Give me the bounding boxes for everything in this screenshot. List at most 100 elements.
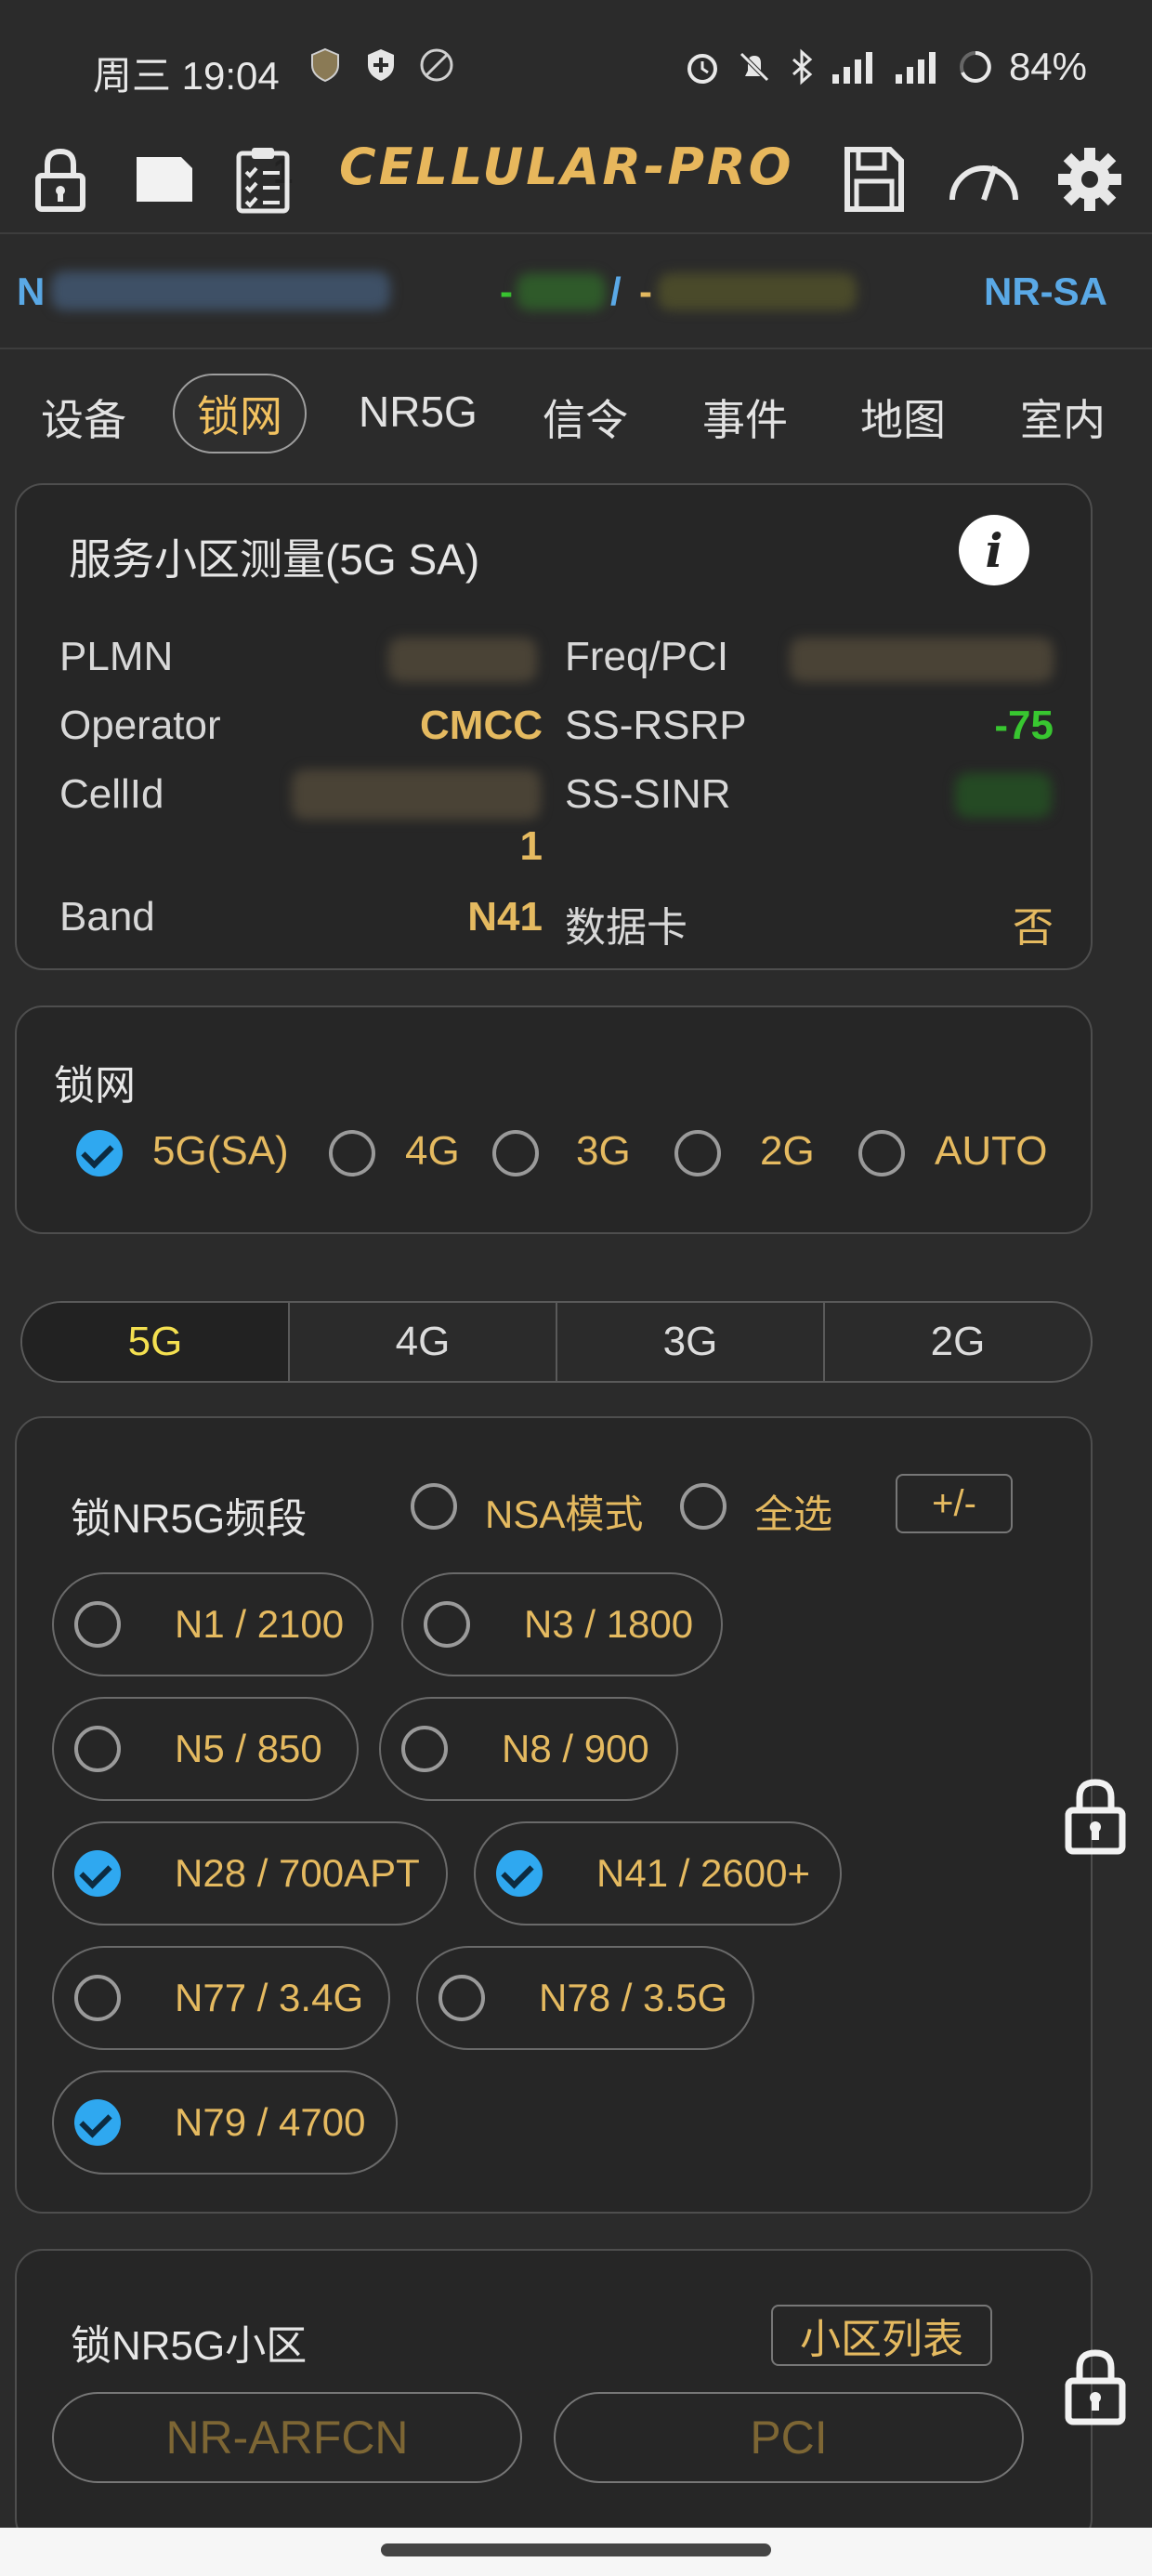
lock-network-title: 锁网 — [54, 1063, 136, 1109]
segment-5g[interactable]: 5G — [22, 1303, 288, 1381]
segment-3g[interactable]: 3G — [556, 1303, 823, 1381]
label-select-all: 全选 — [754, 1492, 833, 1536]
sim-card-icon — [137, 157, 192, 202]
band-label-n77: N77 / 3.4G — [175, 1976, 364, 2019]
label-plmn: PLMN — [59, 634, 174, 679]
band-chip-n5[interactable]: N5 / 850 — [52, 1697, 359, 1801]
lock-button[interactable] — [20, 139, 100, 219]
band-lock-padlock[interactable] — [1063, 1773, 1128, 1857]
tab-device[interactable]: 设备 — [41, 387, 126, 448]
sim-card-button[interactable]: 1 — [124, 139, 293, 219]
value-ss-rsrp: -75 — [994, 703, 1054, 748]
redacted-signal-1 — [517, 273, 606, 310]
bell-off-icon — [740, 52, 769, 82]
cell-lock-padlock[interactable] — [1063, 2344, 1128, 2427]
checkbox-n78[interactable] — [439, 1975, 485, 2021]
checkbox-n1[interactable] — [74, 1601, 121, 1648]
checkbox-n41[interactable] — [496, 1850, 543, 1897]
label-5g-sa: 5G(SA) — [152, 1128, 289, 1174]
cell-lock-title: 锁NR5G小区 — [71, 2323, 308, 2369]
segment-2g[interactable]: 2G — [823, 1303, 1091, 1381]
radio-nsa-mode[interactable] — [411, 1483, 457, 1530]
checkbox-n77[interactable] — [74, 1975, 121, 2021]
band-chip-n41[interactable]: N41 / 2600+ — [474, 1821, 842, 1925]
app-brand-logo: CELLULAR-PRO — [339, 138, 794, 196]
serving-cell-title: 服务小区测量(5G SA) — [69, 535, 480, 584]
label-operator: Operator — [59, 703, 221, 748]
radio-auto[interactable] — [858, 1130, 905, 1176]
cell-list-button[interactable]: 小区列表 — [771, 2305, 992, 2366]
checkbox-n79[interactable] — [74, 2099, 121, 2146]
label-freq-pci: Freq/PCI — [565, 634, 729, 679]
info-icon[interactable]: i — [959, 515, 1029, 585]
signal-sim1-icon — [831, 52, 872, 84]
checkbox-n28[interactable] — [74, 1850, 121, 1897]
tab-lock-network[interactable]: 锁网 — [173, 374, 307, 453]
lock-icon — [1065, 1779, 1126, 1855]
battery-ring-icon — [959, 51, 991, 83]
status-time: 周三 19:04 — [93, 54, 280, 98]
lock-network-card: 锁网 5G(SA) 4G 3G 2G AUTO — [15, 1005, 1093, 1234]
label-2g: 2G — [760, 1128, 815, 1174]
label-ss-sinr: SS-SINR — [565, 771, 731, 817]
label-auto: AUTO — [935, 1128, 1048, 1174]
segment-4g[interactable]: 4G — [288, 1303, 556, 1381]
checkbox-n3[interactable] — [424, 1601, 470, 1648]
lock-icon — [1065, 2349, 1126, 2425]
band-chip-n8[interactable]: N8 / 900 — [379, 1697, 678, 1801]
radio-3g[interactable] — [492, 1130, 539, 1176]
tab-map[interactable]: 地图 — [860, 387, 946, 448]
label-3g: 3G — [576, 1128, 631, 1174]
signal-dash-2: - — [639, 269, 652, 313]
tab-events[interactable]: 事件 — [702, 387, 788, 448]
save-button[interactable] — [834, 139, 914, 219]
radio-2g[interactable] — [674, 1130, 721, 1176]
band-label-n5: N5 / 850 — [175, 1727, 322, 1770]
pci-input[interactable]: PCI — [554, 2392, 1024, 2483]
settings-button[interactable] — [1050, 139, 1130, 219]
tab-nr5g[interactable]: NR5G — [359, 387, 478, 437]
serving-cell-card: 服务小区测量(5G SA) i PLMN Operator CellId Ban… — [15, 483, 1093, 970]
label-band: Band — [59, 894, 155, 940]
radio-select-all[interactable] — [680, 1483, 727, 1530]
nr-arfcn-input[interactable]: NR-ARFCN — [52, 2392, 522, 2483]
band-chip-n78[interactable]: N78 / 3.5G — [416, 1946, 754, 2050]
clipboard-button[interactable] — [223, 139, 303, 219]
tab-indoor[interactable]: 室内 — [1020, 387, 1106, 448]
label-data-card: 数据卡 — [565, 905, 687, 951]
shield-app-icon — [307, 46, 344, 84]
alarm-icon — [687, 54, 717, 84]
band-label-n78: N78 / 3.5G — [539, 1976, 728, 2019]
shield-plus-icon — [362, 46, 399, 84]
redacted-ss-sinr — [955, 773, 1052, 818]
toggle-bands-button[interactable]: +/- — [896, 1474, 1013, 1533]
speedometer-button[interactable] — [944, 139, 1024, 219]
network-operator-prefix: N — [17, 269, 46, 313]
status-right-group: 84% — [684, 45, 1087, 89]
clipboard-checklist-icon — [236, 148, 290, 214]
band-label-n28: N28 / 700APT — [175, 1851, 420, 1895]
redacted-freq-pci — [790, 637, 1054, 682]
checkbox-n5[interactable] — [74, 1726, 121, 1772]
redacted-cellid — [292, 769, 541, 820]
save-icon — [844, 147, 904, 212]
radio-4g[interactable] — [329, 1130, 375, 1176]
checkbox-n8[interactable] — [401, 1726, 448, 1772]
main-tabs: 设备 锁网 NR5G 信令 事件 地图 室内 — [0, 361, 1152, 463]
band-chip-n79[interactable]: N79 / 4700 — [52, 2070, 398, 2175]
signal-slash: / — [610, 269, 622, 313]
system-nav-bar — [0, 2528, 1152, 2576]
home-gesture-handle[interactable] — [381, 2543, 771, 2556]
lock-icon — [35, 148, 85, 212]
value-operator: CMCC — [420, 703, 543, 748]
label-ss-rsrp: SS-RSRP — [565, 703, 747, 748]
band-chip-n77[interactable]: N77 / 3.4G — [52, 1946, 390, 2050]
signal-dash-1: - — [500, 269, 513, 313]
band-lock-title: 锁NR5G频段 — [71, 1496, 308, 1542]
band-chip-n1[interactable]: N1 / 2100 — [52, 1572, 373, 1676]
band-chip-n28[interactable]: N28 / 700APT — [52, 1821, 448, 1925]
radio-5g-sa[interactable] — [76, 1130, 123, 1176]
band-label-n79: N79 / 4700 — [175, 2100, 366, 2144]
tab-signaling[interactable]: 信令 — [543, 387, 628, 448]
band-chip-n3[interactable]: N3 / 1800 — [401, 1572, 723, 1676]
